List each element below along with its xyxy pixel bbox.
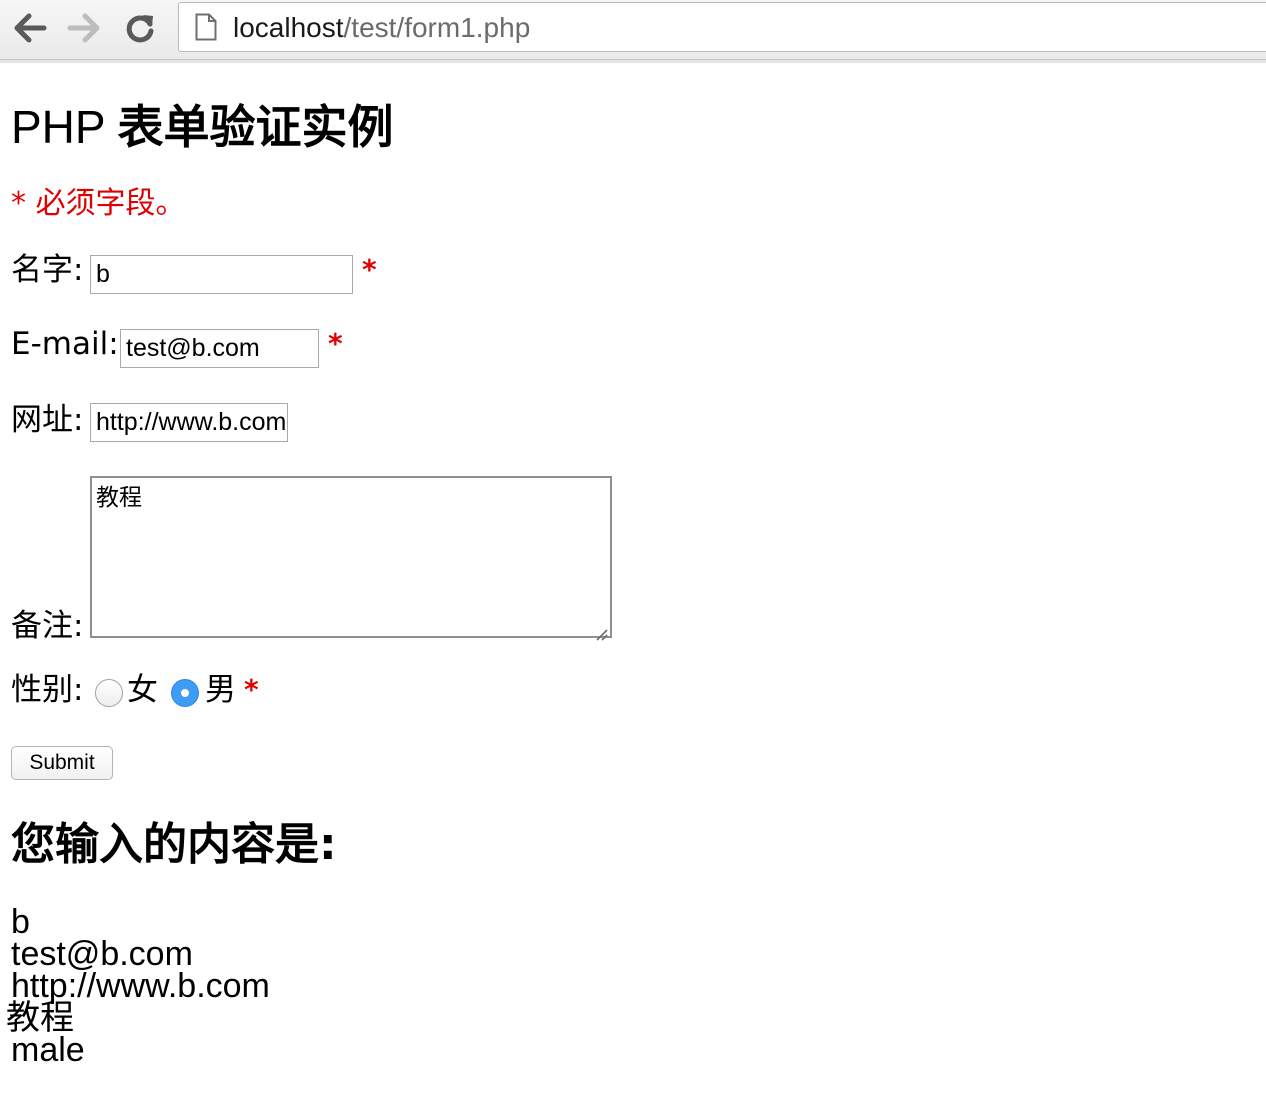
- output-gender: male: [11, 1031, 85, 1069]
- email-label: E-mail:: [11, 326, 119, 362]
- browser-toolbar: localhost/test/form1.php: [0, 0, 1266, 63]
- comment-textarea[interactable]: 教程: [90, 476, 612, 641]
- output-list: b test@b.com http://www.b.com 教程 male: [6, 903, 270, 1069]
- back-button[interactable]: [10, 10, 50, 46]
- submit-button[interactable]: Submit: [11, 746, 113, 780]
- gender-required-mark: *: [244, 673, 259, 706]
- required-fields-note: * 必须字段。: [11, 186, 186, 221]
- email-input[interactable]: test@b.com: [120, 329, 319, 368]
- page-title-latin: PHP: [11, 101, 118, 153]
- url-text: localhost/test/form1.php: [233, 12, 530, 44]
- resize-grip-icon[interactable]: [594, 620, 608, 641]
- page-title-cjk: 表单验证实例: [117, 100, 394, 154]
- gender-radio-male[interactable]: [171, 679, 199, 707]
- email-required-mark: *: [328, 327, 343, 360]
- gender-radio-female[interactable]: [95, 679, 123, 707]
- name-input[interactable]: b: [90, 255, 353, 294]
- forward-arrow-icon: [67, 13, 101, 43]
- forward-button[interactable]: [64, 10, 104, 46]
- comment-text: 教程: [96, 485, 142, 511]
- reload-icon: [124, 12, 156, 44]
- website-label: 网址:: [11, 402, 84, 438]
- page-title: PHP 表单验证实例: [11, 100, 394, 154]
- back-arrow-icon: [13, 13, 47, 43]
- comment-label: 备注:: [11, 608, 84, 644]
- address-bar[interactable]: localhost/test/form1.php: [178, 2, 1266, 52]
- document-icon: [195, 13, 217, 41]
- gender-option-female: 女: [127, 672, 158, 708]
- output-email: test@b.com: [11, 935, 193, 973]
- output-comment: 教程: [6, 998, 74, 1038]
- website-input[interactable]: http://www.b.com: [90, 403, 288, 442]
- name-label: 名字:: [11, 252, 84, 288]
- gender-label: 性别:: [11, 672, 84, 708]
- url-path: /test/form1.php: [343, 12, 531, 43]
- name-required-mark: *: [362, 253, 377, 286]
- gender-option-male: 男: [205, 672, 236, 708]
- output-heading: 您输入的内容是:: [11, 819, 337, 870]
- reload-button[interactable]: [120, 10, 160, 46]
- output-name: b: [11, 903, 30, 941]
- url-host: localhost: [233, 12, 344, 43]
